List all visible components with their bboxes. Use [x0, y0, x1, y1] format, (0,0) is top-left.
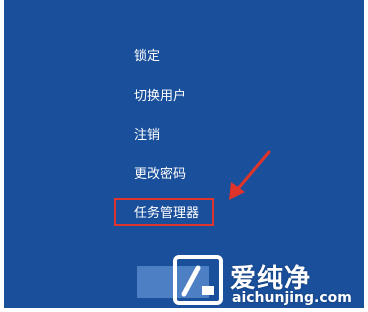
menu-item-task-manager[interactable]: 任务管理器	[134, 205, 199, 223]
menu-item-switch-user[interactable]: 切换用户	[134, 88, 186, 106]
ctrl-alt-del-screen: 锁定 切换用户 注销 更改密码 任务管理器	[4, 0, 364, 308]
menu-item-lock[interactable]: 锁定	[134, 48, 160, 66]
cancel-button[interactable]	[137, 266, 209, 298]
menu-item-sign-out[interactable]: 注销	[134, 127, 160, 145]
menu-item-change-password[interactable]: 更改密码	[134, 166, 186, 184]
